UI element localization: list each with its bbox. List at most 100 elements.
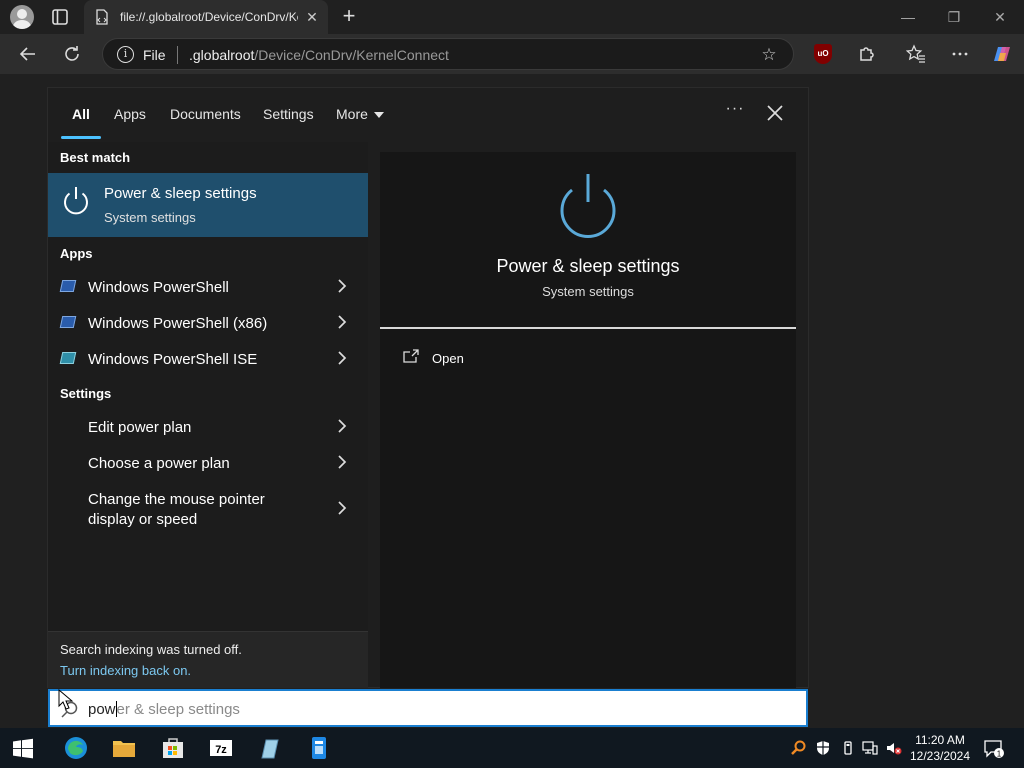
chevron-right-icon[interactable] — [336, 350, 348, 366]
minimize-button[interactable]: — — [898, 8, 918, 26]
chevron-right-icon[interactable] — [336, 454, 348, 470]
file-explorer-icon[interactable] — [110, 734, 138, 762]
active-tab-indicator — [61, 136, 101, 139]
network-icon[interactable] — [862, 740, 878, 756]
back-button[interactable] — [16, 42, 40, 66]
indexing-message: Search indexing was turned off. — [60, 642, 242, 657]
chevron-right-icon[interactable] — [336, 500, 348, 516]
usb-device-icon[interactable] — [840, 740, 856, 756]
list-item-label: Windows PowerShell (x86) — [88, 315, 268, 332]
list-item-label: Windows PowerShell — [88, 279, 229, 296]
copilot-button[interactable] — [990, 42, 1014, 66]
list-item-label: Windows PowerShell ISE — [88, 351, 258, 368]
7zip-icon[interactable]: 7z — [207, 734, 235, 762]
window-close-button[interactable]: ✕ — [990, 8, 1010, 26]
preview-pane: Power & sleep settings System settings O… — [380, 152, 796, 688]
tab-all[interactable]: All — [72, 106, 90, 122]
settings-heading: Settings — [60, 386, 112, 401]
powershell-icon — [59, 280, 77, 292]
search-input[interactable]: power & sleep settings — [48, 689, 808, 727]
scheme-label: File — [143, 47, 166, 63]
autocomplete-suggestion: er & sleep settings — [116, 701, 240, 718]
tab-title: file://.globalroot/Device/ConDrv/KernelC… — [120, 10, 298, 24]
chevron-right-icon[interactable] — [336, 278, 348, 294]
list-item-choose-power-plan[interactable]: Choose a power plan — [48, 444, 368, 480]
list-item-powershell[interactable]: Windows PowerShell — [48, 268, 368, 304]
taskbar-clock[interactable]: 11:20 AM 12/23/2024 — [908, 732, 972, 764]
info-icon[interactable]: i — [117, 46, 134, 63]
list-item-label: Edit power plan — [88, 419, 192, 436]
label-line-2: display or speed — [88, 511, 198, 528]
notepad-icon[interactable] — [256, 734, 284, 762]
browser-tab[interactable]: file://.globalroot/Device/ConDrv/KernelC… — [84, 0, 328, 34]
more-dots-icon — [952, 52, 968, 56]
start-search-panel: All Apps Documents Settings More ··· Bes… — [47, 87, 809, 688]
power-icon — [64, 187, 88, 215]
best-match-result[interactable]: Power & sleep settings System settings — [48, 173, 368, 237]
open-label: Open — [432, 351, 464, 366]
taskbar: 7z 11:20 AM 12/23/2024 1 — [0, 728, 1024, 768]
apps-heading: Apps — [60, 246, 93, 261]
url-host: .globalroot — [189, 47, 255, 63]
indexing-notice: Search indexing was turned off. Turn ind… — [48, 631, 368, 688]
list-item-label: Change the mouse pointer display or speed — [88, 490, 265, 530]
tab-actions-icon[interactable] — [50, 7, 70, 27]
address-bar[interactable]: i File .globalroot/Device/ConDrv/KernelC… — [102, 38, 794, 70]
tab-more[interactable]: More — [336, 106, 384, 122]
volume-muted-icon[interactable] — [886, 740, 902, 756]
search-query: power & sleep settings — [88, 701, 240, 718]
refresh-button[interactable] — [60, 42, 84, 66]
list-item-mouse-pointer[interactable]: Change the mouse pointer display or speed — [48, 480, 368, 534]
clock-time: 11:20 AM — [915, 733, 965, 747]
address-url[interactable]: .globalroot/Device/ConDrv/KernelConnect — [189, 47, 449, 63]
open-action[interactable]: Open — [402, 348, 522, 372]
chevron-down-icon — [373, 112, 384, 119]
search-tray-icon[interactable] — [790, 740, 806, 756]
settings-menu-button[interactable] — [948, 42, 972, 66]
typed-text: pow — [88, 701, 116, 718]
tab-settings[interactable]: Settings — [263, 106, 314, 122]
security-shield-icon[interactable] — [815, 740, 831, 756]
close-icon[interactable] — [764, 102, 786, 124]
app-icon[interactable] — [305, 734, 333, 762]
power-icon — [560, 174, 616, 238]
results-list: Best match Power & sleep settings System… — [48, 142, 368, 688]
arrow-left-icon — [19, 47, 35, 61]
puzzle-icon — [860, 47, 874, 61]
browser-titlebar: file://.globalroot/Device/ConDrv/KernelC… — [0, 0, 1024, 34]
best-match-heading: Best match — [60, 150, 131, 165]
address-separator — [177, 46, 178, 64]
notification-icon[interactable]: 1 — [984, 740, 1004, 758]
tab-apps[interactable]: Apps — [114, 106, 146, 122]
list-item-edit-power-plan[interactable]: Edit power plan — [48, 408, 368, 444]
favorite-star-icon[interactable]: ☆ — [759, 45, 779, 65]
profile-avatar[interactable] — [10, 5, 34, 29]
search-options-button[interactable]: ··· — [723, 100, 747, 124]
preview-subtitle: System settings — [542, 284, 634, 299]
list-item-powershell-x86[interactable]: Windows PowerShell (x86) — [48, 304, 368, 340]
start-icon[interactable] — [12, 738, 34, 760]
new-tab-button[interactable]: + — [338, 5, 360, 28]
extensions-button[interactable] — [855, 42, 879, 66]
chevron-right-icon[interactable] — [336, 314, 348, 330]
svg-text:7z: 7z — [215, 744, 227, 756]
open-external-icon — [403, 349, 419, 363]
list-item-powershell-ise[interactable]: Windows PowerShell ISE — [48, 340, 368, 376]
refresh-icon — [65, 46, 79, 61]
mouse-pointer-icon — [58, 689, 74, 710]
store-icon[interactable] — [159, 734, 187, 762]
tab-documents[interactable]: Documents — [170, 106, 241, 122]
notification-count: 1 — [997, 750, 1002, 759]
turn-indexing-on-link[interactable]: Turn indexing back on. — [60, 663, 191, 678]
favorites-button[interactable] — [904, 42, 928, 66]
ublock-extension-icon[interactable]: uO — [814, 44, 832, 64]
chevron-right-icon[interactable] — [336, 418, 348, 434]
edge-icon[interactable] — [62, 734, 90, 762]
tab-close-button[interactable]: ✕ — [304, 9, 320, 25]
tab-more-label: More — [336, 106, 368, 122]
best-match-title: Power & sleep settings — [104, 185, 257, 202]
list-item-label: Choose a power plan — [88, 455, 230, 472]
favorites-icon — [905, 44, 925, 63]
url-path: /Device/ConDrv/KernelConnect — [254, 47, 449, 63]
restore-button[interactable]: ❐ — [944, 8, 964, 26]
